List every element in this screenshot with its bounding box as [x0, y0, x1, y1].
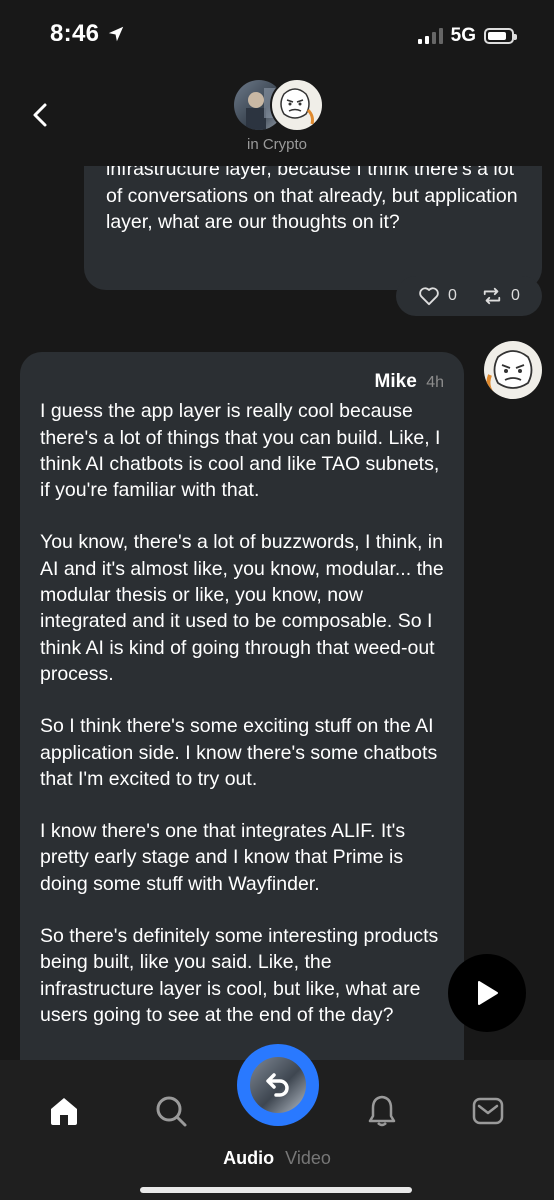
- sender-name[interactable]: Mike: [375, 371, 417, 392]
- search-icon[interactable]: [154, 1094, 188, 1128]
- network-type: 5G: [450, 25, 476, 46]
- message-header: Mike 4h: [40, 368, 444, 396]
- undo-icon: [266, 1073, 289, 1097]
- message-text: infrastructure layer, because I think th…: [106, 166, 518, 233]
- reaction-bar: 0 0: [396, 276, 542, 316]
- create-audio-button[interactable]: [237, 1044, 319, 1126]
- play-icon: [478, 981, 498, 1005]
- location-arrow-icon: [109, 26, 124, 42]
- repost-icon: [483, 287, 501, 305]
- message-list[interactable]: infrastructure layer, because I think th…: [0, 166, 554, 1060]
- message-paragraph: I guess the app layer is really cool bec…: [40, 400, 441, 502]
- message-time: 4h: [426, 374, 444, 391]
- message-paragraph: You know, there's a lot of buzzwords, I …: [40, 531, 444, 685]
- status-time: 8:46: [50, 20, 125, 48]
- battery-level: [488, 32, 506, 40]
- message-paragraph: I know there's one that integrates ALIF.…: [40, 820, 406, 895]
- message-paragraph: So I think there's some exciting stuff o…: [40, 715, 438, 790]
- home-indicator[interactable]: [140, 1187, 412, 1193]
- play-button[interactable]: [448, 954, 526, 1032]
- clock: 8:46: [50, 20, 100, 47]
- status-indicators: 5G: [417, 25, 517, 47]
- avatar: [250, 1057, 306, 1113]
- status-bar: 8:46 5G: [0, 0, 554, 70]
- like-count: 0: [448, 287, 457, 304]
- mike-message-bubble: Mike 4h I guess the app layer is really …: [20, 352, 464, 1060]
- tab-audio[interactable]: Audio: [223, 1148, 274, 1168]
- inbox-icon[interactable]: [471, 1094, 505, 1128]
- battery-icon: [484, 28, 517, 44]
- heart-icon: [419, 287, 439, 306]
- home-icon[interactable]: [47, 1094, 81, 1128]
- participant-avatars[interactable]: [234, 78, 324, 132]
- avatar[interactable]: [484, 341, 542, 399]
- repost-count: 0: [511, 287, 520, 304]
- repost-button[interactable]: 0: [481, 286, 520, 306]
- message-paragraph: So there's definitely some interesting p…: [40, 925, 439, 1026]
- bell-icon[interactable]: [365, 1094, 399, 1128]
- avatar: [270, 78, 324, 132]
- bottom-nav: Audio Video: [0, 1044, 554, 1200]
- signal-strength-icon: [417, 28, 443, 44]
- back-chevron-icon[interactable]: [26, 100, 56, 130]
- my-message-bubble: infrastructure layer, because I think th…: [84, 166, 542, 290]
- conversation-header: in Crypto: [0, 70, 554, 166]
- like-button[interactable]: 0: [418, 286, 457, 306]
- room-label: in Crypto: [246, 136, 308, 153]
- tab-video[interactable]: Video: [285, 1148, 331, 1168]
- mode-tabs: Audio Video: [0, 1148, 554, 1169]
